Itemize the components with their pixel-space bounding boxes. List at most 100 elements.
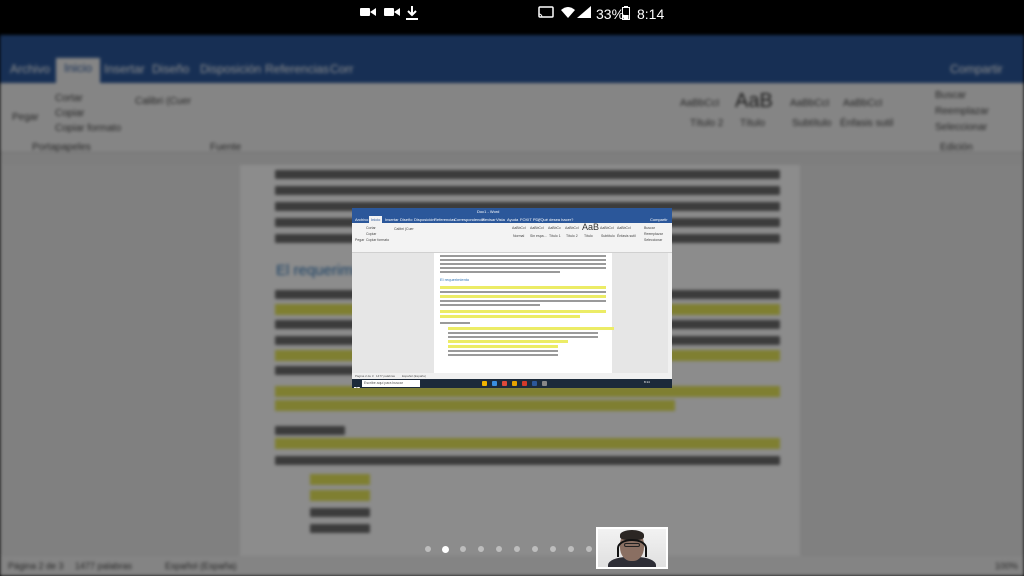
highlight-line bbox=[440, 295, 606, 298]
page-dot-active[interactable] bbox=[442, 545, 449, 553]
bg-status-page: Página 2 de 3 bbox=[8, 561, 64, 571]
style-enfasis-sutil[interactable]: AaBbCcI bbox=[617, 226, 631, 230]
style-name: Título bbox=[584, 234, 593, 238]
bg-tab-inicio: Inicio bbox=[56, 58, 101, 83]
bg-clipboard-label: Portapapeles bbox=[32, 142, 91, 153]
word-icon[interactable] bbox=[532, 381, 537, 386]
tab-ayuda[interactable]: Ayuda bbox=[507, 217, 518, 222]
highlight-line bbox=[448, 327, 614, 330]
tab-revisar[interactable]: Revisar bbox=[482, 217, 496, 222]
status-page: Página 2 de 3 bbox=[355, 374, 374, 378]
copy-button[interactable]: Copiar bbox=[366, 232, 376, 236]
page-dot[interactable] bbox=[478, 546, 484, 552]
style-name: Título 1 bbox=[549, 234, 561, 238]
style-name: Normal bbox=[513, 234, 525, 238]
text-line bbox=[448, 354, 558, 356]
bg-highlight-line bbox=[275, 438, 780, 449]
page-dot[interactable] bbox=[550, 546, 556, 552]
text-line bbox=[440, 255, 606, 257]
file-explorer-icon[interactable] bbox=[482, 381, 487, 386]
word-title-bar: Doc1 - Word bbox=[352, 208, 672, 216]
taskbar-search-input[interactable]: Escribe aquí para buscar bbox=[362, 380, 420, 387]
style-titulo[interactable]: AaB bbox=[582, 222, 599, 232]
share-button[interactable]: Compartir bbox=[650, 217, 668, 222]
bg-tab-diseno: Diseño bbox=[152, 62, 190, 76]
format-painter-button[interactable]: Copiar formato bbox=[366, 238, 389, 242]
style-name: Título 2 bbox=[566, 234, 578, 238]
cast-icon bbox=[538, 6, 554, 21]
style-normal[interactable]: AaBbCcI bbox=[512, 226, 526, 230]
text-line bbox=[448, 350, 558, 352]
tab-disposicion[interactable]: Disposición bbox=[414, 217, 434, 222]
status-words: 1477 palabras bbox=[376, 374, 396, 378]
vertical-scrollbar[interactable] bbox=[668, 253, 672, 373]
start-icon[interactable] bbox=[354, 380, 360, 388]
page-dot[interactable] bbox=[568, 546, 574, 552]
page-dot[interactable] bbox=[460, 546, 466, 552]
text-line bbox=[440, 271, 560, 273]
battery-icon bbox=[622, 6, 630, 23]
edge-icon[interactable] bbox=[492, 381, 497, 386]
replace-button[interactable]: Reemplazar bbox=[644, 232, 663, 236]
find-button[interactable]: Buscar bbox=[644, 226, 655, 230]
bg-find: Buscar bbox=[935, 90, 967, 101]
page-dot[interactable] bbox=[425, 546, 431, 552]
bg-style-3: AaBbCcI bbox=[790, 98, 830, 109]
bg-font-name: Calibri (Cuer bbox=[135, 96, 192, 107]
tab-archivo[interactable]: Archivo bbox=[355, 217, 368, 222]
tab-vista[interactable]: Vista bbox=[496, 217, 505, 222]
bg-tab-archivo: Archivo bbox=[10, 62, 51, 76]
bg-tab-disposicion: Disposición bbox=[200, 62, 262, 76]
tab-diseno[interactable]: Diseño bbox=[400, 217, 412, 222]
video-camera-icon bbox=[360, 6, 376, 21]
bg-style-4: AaBbCcI bbox=[843, 98, 883, 109]
signal-icon bbox=[577, 6, 591, 21]
bg-tab-corr: Corr bbox=[330, 62, 354, 76]
paste-button[interactable]: Pegar bbox=[355, 238, 364, 242]
bg-heading: El requerimi bbox=[276, 262, 357, 279]
bg-status-words: 1477 palabras bbox=[75, 561, 133, 571]
bg-highlight-line bbox=[310, 474, 370, 485]
bg-style-name-3: Subtítulo bbox=[792, 118, 832, 129]
font-name-select[interactable]: Calibri (Cuer bbox=[394, 227, 414, 231]
app-icon[interactable] bbox=[522, 381, 527, 386]
webcam-overlay bbox=[596, 527, 668, 569]
tell-me-search[interactable]: ¿Qué desea hacer? bbox=[538, 217, 573, 222]
bg-tab-referencias: Referencias bbox=[265, 62, 330, 76]
style-subtitulo[interactable]: AaBbCcI bbox=[600, 226, 614, 230]
bg-title-bar bbox=[0, 35, 1024, 57]
bg-status-zoom: 100% bbox=[995, 561, 1019, 571]
highlight-line bbox=[440, 286, 606, 289]
style-titulo-1[interactable]: AaBbCc bbox=[548, 226, 561, 230]
bg-style-2: AaB bbox=[735, 90, 773, 112]
tab-correspondencia[interactable]: Correspondencia bbox=[454, 217, 484, 222]
chrome-icon[interactable] bbox=[512, 381, 517, 386]
status-language: Español (España) bbox=[402, 374, 426, 378]
word-screenshot[interactable]: Doc1 - Word Archivo Inicio Insertar Dise… bbox=[352, 208, 672, 388]
text-line bbox=[440, 304, 540, 306]
tab-inicio[interactable]: Inicio bbox=[369, 216, 383, 223]
tab-insertar[interactable]: Insertar bbox=[385, 217, 399, 222]
document-heading: El requerimiento bbox=[440, 277, 470, 282]
page-dot[interactable] bbox=[496, 546, 502, 552]
bg-text-line bbox=[275, 426, 345, 435]
app-icon[interactable] bbox=[502, 381, 507, 386]
highlight-line bbox=[440, 315, 580, 318]
cut-button[interactable]: Cortar bbox=[366, 226, 376, 230]
select-button[interactable]: Seleccionar bbox=[644, 238, 662, 242]
bg-highlight-line bbox=[275, 400, 675, 411]
bg-text-line bbox=[275, 456, 780, 465]
style-sin-espaciado[interactable]: AaBbCcI bbox=[530, 226, 544, 230]
style-titulo-2[interactable]: AaBbCcI bbox=[565, 226, 579, 230]
video-camera-icon bbox=[384, 6, 400, 21]
bg-style-name-2: Título bbox=[740, 118, 766, 129]
app-icon[interactable] bbox=[542, 381, 547, 386]
taskbar-clock: 8:14 bbox=[644, 380, 650, 384]
page-dot[interactable] bbox=[532, 546, 538, 552]
page-dot[interactable] bbox=[586, 546, 592, 552]
text-line bbox=[448, 332, 598, 334]
tab-referencias[interactable]: Referencias bbox=[434, 217, 455, 222]
bg-text-line bbox=[310, 508, 370, 517]
phone-clock: 8:14 bbox=[637, 6, 665, 22]
page-dot[interactable] bbox=[514, 546, 520, 552]
